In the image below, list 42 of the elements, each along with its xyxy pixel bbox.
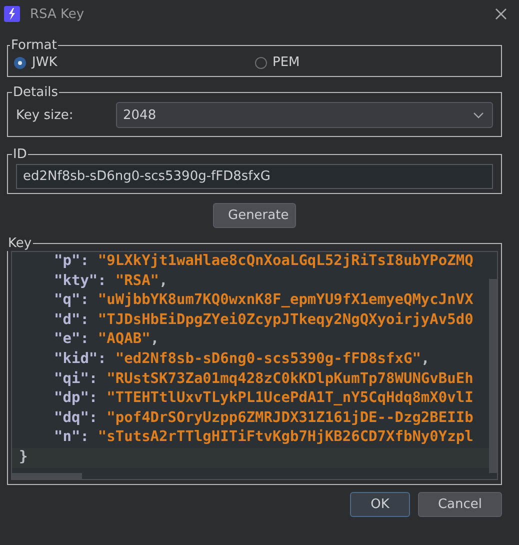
json-key: "kid": — [54, 350, 106, 367]
json-value: "ed2Nf8sb-sD6ng0-scs5390g-fFD8sfxG" — [115, 350, 421, 367]
comma: , — [420, 350, 430, 367]
radio-button[interactable]: PEM — [254, 55, 495, 70]
json-value: "9LXkYjt1waHlae8cQnXoaLGqL52jRiTsI8ubYPoZMQ — [98, 253, 474, 269]
vertical-scrollbar[interactable] — [489, 279, 497, 473]
field-label: Key size: — [16, 108, 74, 122]
window-title: RSA Key — [30, 6, 86, 22]
json-key: "dq": — [54, 410, 98, 426]
json-value: "sTutsA2rTTlgHITiFtvKgb7HjKB26CD7XfbNy0Yzpl — [98, 429, 474, 446]
dialog-button[interactable]: OK — [350, 492, 410, 517]
app-logo-icon — [4, 6, 20, 22]
json-key: "e": — [54, 331, 89, 348]
json-key: "kty": — [54, 272, 106, 289]
horizontal-scrollbar[interactable] — [12, 473, 82, 479]
json-key: "p": — [54, 253, 89, 269]
json-key: "n": — [54, 429, 89, 446]
group-label: Key — [7, 236, 33, 251]
json-key: "dp": — [54, 390, 98, 406]
json-value: "TTEHTtlUxvTLykPL1UcePdA1T_nY5CqHdq8mX0vlI — [106, 390, 474, 406]
json-key: "qi": — [54, 370, 98, 387]
json-value: "TJDsHbEiDpgZYei0ZcypJTkeqy2NgQXyoirjyAv5d0 — [98, 312, 474, 328]
id-field[interactable]: ed2Nf8sb-sD6ng0-scs5390g-fFD8sfxG — [16, 164, 493, 189]
comma: , — [150, 331, 160, 348]
closing-brace: } — [19, 448, 28, 465]
json-key: "d": — [54, 312, 89, 328]
dialog-button[interactable]: Cancel — [418, 492, 502, 517]
key-size-dropdown[interactable]: 2048 — [116, 102, 493, 128]
group-label: Format — [10, 38, 58, 53]
json-value: "uWjbbYK8um7KQ0wxnK8F_epmYU9fX1emyeQMycJnVX — [98, 292, 474, 308]
radio-button[interactable]: JWK — [14, 55, 254, 70]
json-value: "RUstSK73Za01mq428zC0kKDlpKumTp78WUNGvBuEh — [106, 370, 474, 387]
json-value: "AQAB" — [98, 331, 150, 348]
json-key: "q": — [54, 292, 89, 308]
generate-button[interactable]: Generate — [213, 203, 296, 228]
comma: , — [159, 272, 168, 289]
group-label: ID — [12, 147, 28, 162]
group-label: Details — [12, 85, 60, 100]
chevron-down-icon — [473, 112, 484, 118]
json-value: "RSA" — [115, 272, 160, 289]
json-value: "pof4DrSOryUzpp6ZMRJDX31Z161jDE--Dzg2BEIIb — [106, 410, 474, 426]
close-icon[interactable] — [495, 8, 507, 20]
